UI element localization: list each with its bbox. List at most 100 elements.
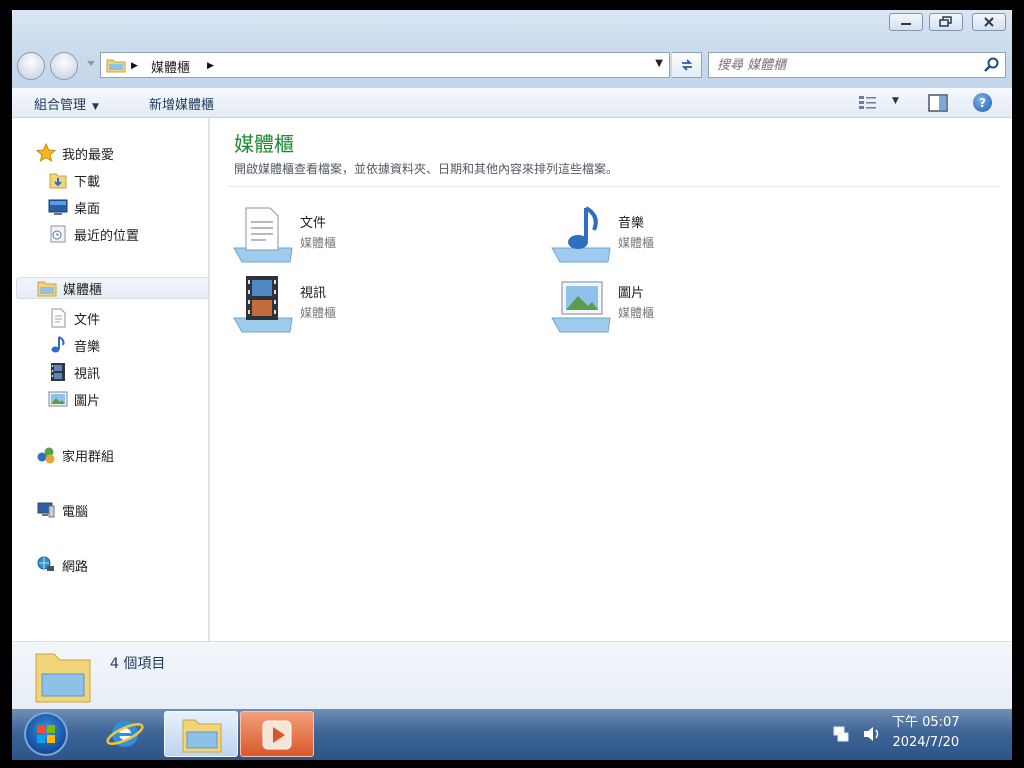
computer-icon <box>37 502 55 518</box>
sidebar-item-label: 音樂 <box>74 339 101 355</box>
organize-button[interactable]: 組合管理 ▼ <box>34 94 99 113</box>
details-pane: 4 個項目 <box>12 641 1012 709</box>
library-type: 媒體櫃 <box>300 236 337 250</box>
address-bar[interactable]: ▶ 媒體櫃 ▶ ▼ <box>100 52 670 78</box>
library-tile-pictures[interactable]: 圖片 媒體櫃 <box>550 274 850 340</box>
libraries-folder-icon <box>35 653 91 703</box>
address-dropdown-icon[interactable]: ▼ <box>655 58 663 69</box>
library-tile-music[interactable]: 音樂 媒體櫃 <box>550 204 850 270</box>
page-title: 媒體櫃 <box>234 132 294 156</box>
organize-label: 組合管理 <box>34 98 87 113</box>
sidebar-item-label: 桌面 <box>74 201 101 217</box>
breadcrumb-separator-icon[interactable]: ▶ <box>207 61 214 71</box>
libraries-folder-icon <box>106 59 126 73</box>
homegroup-icon <box>37 447 55 464</box>
page-description: 開啟媒體櫃查看檔案，並依據資料夾、日期和其他內容來排列這些檔案。 <box>234 162 619 176</box>
sidebar-item-recent-places[interactable]: 最近的位置 <box>48 223 139 245</box>
start-button[interactable] <box>24 712 68 756</box>
picture-icon <box>48 391 68 407</box>
library-type: 媒體櫃 <box>300 306 337 320</box>
sidebar-item-favorites[interactable]: 我的最愛 <box>36 142 114 164</box>
taskbar-media-player[interactable] <box>240 711 314 757</box>
sidebar-item-label: 視訊 <box>74 366 101 382</box>
close-button[interactable] <box>972 13 1006 31</box>
search-icon[interactable] <box>984 57 1000 73</box>
breadcrumb-libraries[interactable]: 媒體櫃 <box>151 57 190 76</box>
network-icon <box>37 556 54 571</box>
sidebar-item-computer[interactable]: 電腦 <box>36 499 88 521</box>
divider <box>228 186 998 187</box>
refresh-icon <box>681 59 692 71</box>
window-titlebar[interactable] <box>12 10 1012 40</box>
music-library-icon <box>551 206 611 263</box>
sidebar-item-homegroup[interactable]: 家用群組 <box>36 444 114 466</box>
library-type: 媒體櫃 <box>618 306 655 320</box>
sidebar-item-label: 下載 <box>74 174 101 190</box>
sidebar-item-label: 最近的位置 <box>74 228 140 244</box>
breadcrumb-separator-icon[interactable]: ▶ <box>131 61 138 71</box>
new-library-label: 新增媒體櫃 <box>149 98 215 113</box>
network-tray-icon[interactable] <box>832 725 850 743</box>
sidebar-item-label: 我的最愛 <box>62 147 115 163</box>
sidebar-item-documents[interactable]: 文件 <box>48 307 100 329</box>
explorer-folder-icon <box>182 719 222 753</box>
desktop-screen: ▶ 媒體櫃 ▶ ▼ 組合管理 ▼ 新增媒體櫃 <box>12 10 1012 760</box>
windows-logo-icon <box>37 725 55 743</box>
sidebar-item-label: 電腦 <box>62 504 89 520</box>
library-type: 媒體櫃 <box>618 236 655 250</box>
media-player-icon <box>262 720 292 750</box>
libraries-folder-icon <box>37 281 57 297</box>
chevron-down-icon: ▼ <box>92 102 99 112</box>
library-tile-documents[interactable]: 文件 媒體櫃 <box>232 204 532 270</box>
system-clock[interactable]: 下午 05:07 2024/7/20 <box>892 713 960 753</box>
taskbar-internet-explorer[interactable] <box>88 711 162 757</box>
close-icon <box>984 17 994 27</box>
volume-icon[interactable] <box>862 725 882 743</box>
back-button[interactable] <box>17 52 45 80</box>
sidebar-item-network[interactable]: 網路 <box>36 554 88 576</box>
sidebar-item-label: 家用群組 <box>62 449 115 465</box>
desktop-icon <box>48 199 68 215</box>
search-box[interactable] <box>708 52 1006 78</box>
change-view-icon[interactable] <box>858 94 878 110</box>
library-name: 音樂 <box>618 216 645 231</box>
new-library-button[interactable]: 新增媒體櫃 <box>149 94 214 113</box>
sidebar-item-label: 網路 <box>62 559 89 575</box>
navigation-pane: 我的最愛 下載 桌面 最近的位置 媒體櫃 文件 音樂 視訊 圖片 家用群組 電腦… <box>12 118 209 641</box>
library-name: 視訊 <box>300 286 327 301</box>
internet-explorer-icon <box>106 721 144 747</box>
refresh-button[interactable] <box>672 52 702 78</box>
recent-places-icon <box>50 225 66 243</box>
forward-button[interactable] <box>50 52 78 80</box>
item-count: 4 個項目 <box>110 656 166 672</box>
sidebar-item-libraries[interactable]: 媒體櫃 <box>16 277 209 299</box>
help-icon[interactable]: ? <box>973 93 992 112</box>
sidebar-item-downloads[interactable]: 下載 <box>48 169 100 191</box>
taskbar-windows-explorer[interactable] <box>164 711 238 757</box>
film-icon <box>51 363 65 381</box>
library-tile-videos[interactable]: 視訊 媒體櫃 <box>232 274 532 340</box>
sidebar-item-label: 圖片 <box>74 393 101 409</box>
view-options-dropdown-icon[interactable]: ▼ <box>892 96 899 106</box>
history-dropdown-icon[interactable] <box>87 61 95 67</box>
restore-button[interactable] <box>929 13 963 31</box>
sidebar-item-desktop[interactable]: 桌面 <box>48 196 100 218</box>
sidebar-item-label: 媒體櫃 <box>63 282 103 298</box>
sidebar-item-videos[interactable]: 視訊 <box>48 361 100 383</box>
search-input[interactable] <box>717 56 977 74</box>
library-name: 文件 <box>300 216 327 231</box>
library-name: 圖片 <box>618 286 645 301</box>
pictures-library-icon <box>551 281 611 333</box>
clock-date: 2024/7/20 <box>892 735 960 750</box>
documents-library-icon <box>233 207 293 263</box>
preview-pane-icon[interactable] <box>928 94 948 112</box>
content-pane: 媒體櫃 開啟媒體櫃查看檔案，並依據資料夾、日期和其他內容來排列這些檔案。 文件 … <box>210 118 1012 641</box>
videos-library-icon <box>233 276 293 333</box>
sidebar-item-music[interactable]: 音樂 <box>48 334 100 356</box>
minimize-button[interactable] <box>889 13 923 31</box>
clock-time: 下午 05:07 <box>892 715 960 730</box>
sidebar-item-label: 文件 <box>74 312 101 328</box>
star-icon <box>36 143 56 163</box>
restore-icon <box>939 16 952 27</box>
sidebar-item-pictures[interactable]: 圖片 <box>48 388 100 410</box>
